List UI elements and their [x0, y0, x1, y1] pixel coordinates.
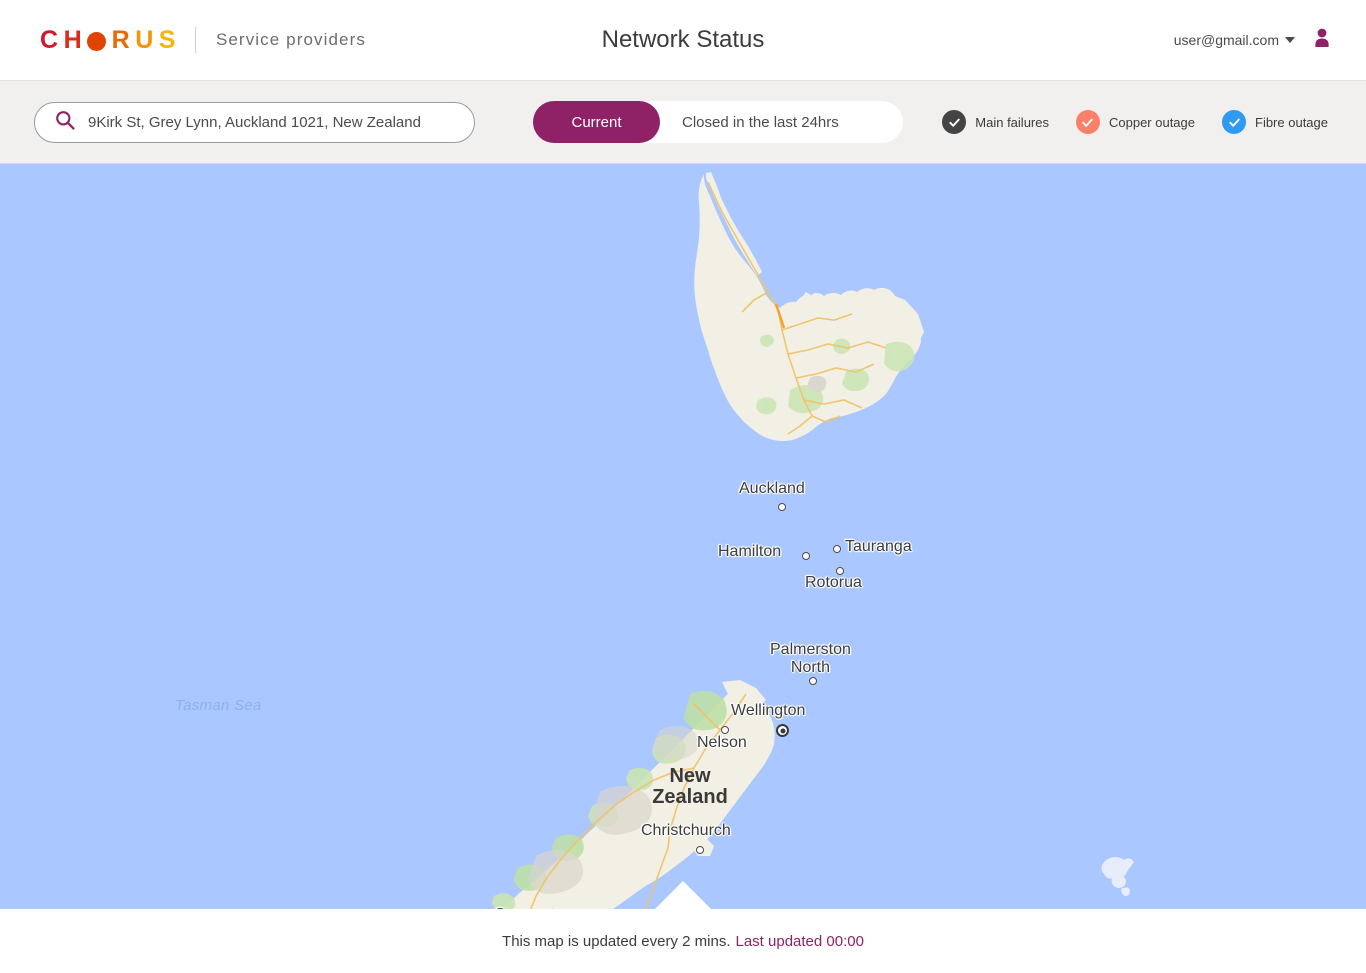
legend-label-main-failures: Main failures	[975, 114, 1049, 130]
logo-circle-icon	[87, 31, 107, 51]
city-marker-palmerston-north[interactable]	[809, 677, 817, 685]
outage-legend: Main failures Copper outage Fibre outage	[942, 110, 1328, 134]
chatham-islands	[1101, 857, 1134, 896]
search-input[interactable]	[88, 113, 458, 131]
city-marker-hamilton[interactable]	[802, 552, 810, 560]
address-search-box[interactable]	[34, 101, 475, 143]
legend-item-copper-outage[interactable]: Copper outage	[1075, 110, 1195, 134]
check-icon[interactable]	[1075, 110, 1100, 134]
segment-current[interactable]: Current	[533, 101, 660, 143]
legend-item-fibre-outage[interactable]: Fibre outage	[1222, 110, 1328, 134]
city-marker-tauranga[interactable]	[833, 545, 841, 553]
brand-subtitle: Service providers	[215, 30, 366, 49]
chevron-down-icon[interactable]	[1285, 37, 1295, 43]
legend-item-main-failures[interactable]: Main failures	[942, 110, 1049, 134]
brand-divider	[194, 27, 196, 53]
segment-closed-24hrs[interactable]: Closed in the last 24hrs	[660, 101, 861, 143]
city-marker-wellington[interactable]	[776, 724, 789, 737]
logo-letter-r: R	[111, 25, 136, 54]
legend-label-copper-outage: Copper outage	[1108, 114, 1195, 130]
logo-letter-c: C	[40, 25, 64, 54]
user-email: user@gmail.com	[1173, 32, 1279, 48]
status-segmented-control: Current Closed in the last 24hrs	[533, 101, 903, 143]
city-marker-auckland[interactable]	[778, 503, 786, 511]
brand: C H R U S Service providers	[40, 26, 366, 55]
person-icon[interactable]	[1314, 28, 1330, 53]
logo-letter-h: H	[63, 25, 88, 54]
check-icon[interactable]	[1222, 110, 1246, 134]
legend-label-fibre-outage: Fibre outage	[1255, 114, 1328, 130]
search-icon	[55, 110, 75, 135]
city-marker-rotorua[interactable]	[836, 567, 844, 575]
check-icon[interactable]	[942, 110, 967, 134]
footer-refresh-note: This map is updated every 2 mins.	[502, 932, 731, 950]
chorus-logo[interactable]: C H R U S	[40, 26, 181, 55]
app-header: C H R U S Service providers Network Stat…	[0, 0, 1366, 81]
city-marker-christchurch[interactable]	[696, 846, 704, 854]
user-menu[interactable]: user@gmail.com	[1174, 28, 1330, 53]
network-status-map[interactable]: Tasman Sea New Zealand Auckland Tauranga…	[0, 164, 1366, 909]
city-marker-nelson[interactable]	[721, 726, 729, 734]
map-bottom-notch	[655, 881, 711, 909]
map-footer: This map is updated every 2 mins. Last u…	[0, 909, 1366, 973]
filter-toolbar: Current Closed in the last 24hrs Main fa…	[0, 81, 1366, 164]
logo-letter-s: S	[158, 25, 181, 54]
map-canvas	[492, 172, 1134, 909]
footer-last-updated: Last updated 00:00	[735, 932, 864, 950]
logo-letter-u: U	[135, 25, 159, 54]
